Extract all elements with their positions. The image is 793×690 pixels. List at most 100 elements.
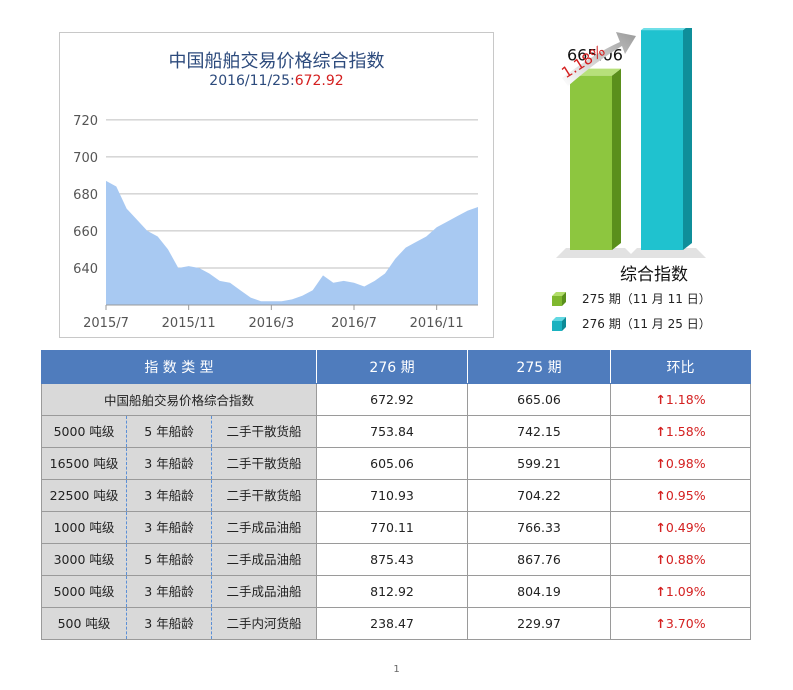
row-age: 5 年船龄 bbox=[126, 544, 212, 575]
table-row-composite: 中国船舶交易价格综合指数 672.92 665.06 ↑1.18% bbox=[41, 383, 751, 416]
row-275: 229.97 bbox=[467, 607, 611, 640]
up-arrow-icon: ↑ bbox=[655, 488, 666, 503]
change-value: 1.18% bbox=[665, 392, 706, 407]
change-value: 1.58% bbox=[665, 424, 706, 439]
row-tonnage: 22500 吨级 bbox=[49, 488, 119, 503]
row-change: ↑1.09% bbox=[610, 575, 751, 608]
row-276: 605.06 bbox=[316, 447, 468, 480]
row-type: 1000 吨级 3 年船龄 二手成品油船 bbox=[41, 511, 317, 544]
green-cube-icon bbox=[552, 291, 566, 306]
y-tick-label: 640 bbox=[73, 262, 98, 277]
row-age: 3 年船龄 bbox=[126, 480, 212, 511]
cyan-cube-icon bbox=[552, 316, 566, 331]
bar-front bbox=[641, 30, 683, 251]
row-age: 3 年船龄 bbox=[126, 608, 212, 639]
area-chart: 中国船舶交易价格综合指数 2016/11/25:672.92 640 660 680… bbox=[59, 32, 494, 338]
row-type: 22500 吨级 3 年船龄 二手干散货船 bbox=[41, 479, 317, 512]
bar-side bbox=[683, 28, 692, 250]
row-275: 766.33 bbox=[467, 511, 611, 544]
change-value: 0.49% bbox=[665, 520, 706, 535]
change-value: 1.09% bbox=[665, 584, 706, 599]
table-header-row: 指 数 类 型 276 期 275 期 环比 bbox=[41, 350, 751, 384]
row-tonnage: 3000 吨级 bbox=[53, 552, 115, 567]
y-tick-label: 720 bbox=[73, 114, 98, 129]
up-arrow-icon: ↑ bbox=[655, 424, 666, 439]
row-276: 238.47 bbox=[316, 607, 468, 640]
change-value: 0.88% bbox=[665, 552, 706, 567]
bar-275 bbox=[556, 68, 635, 258]
row-kind: 二手成品油船 bbox=[226, 584, 302, 599]
row-change: ↑0.95% bbox=[610, 479, 751, 512]
row-276: 770.11 bbox=[316, 511, 468, 544]
table-row: 5000 吨级 5 年船龄 二手干散货船 753.84 742.15 ↑1.58% bbox=[41, 415, 751, 448]
table-row: 22500 吨级 3 年船龄 二手干散货船 710.93 704.22 ↑0.95% bbox=[41, 479, 751, 512]
legend-label-276: 276 期（11 月 25 日） bbox=[582, 317, 711, 331]
row-tonnage: 5000 吨级 bbox=[53, 424, 115, 439]
area-chart-svg: 640 660 680 700 720 2015/7 2015/11 2016/3 2016/7… bbox=[73, 114, 478, 331]
row-276: 753.84 bbox=[316, 415, 468, 448]
row-type: 3000 吨级 5 年船龄 二手成品油船 bbox=[41, 543, 317, 576]
row-276: 875.43 bbox=[316, 543, 468, 576]
row-kind: 二手成品油船 bbox=[226, 552, 302, 567]
page-number: 1 bbox=[393, 664, 400, 675]
row-275: 742.15 bbox=[467, 415, 611, 448]
up-arrow-icon: ↑ bbox=[655, 616, 666, 631]
row-tonnage: 500 吨级 bbox=[57, 616, 111, 631]
y-tick-label: 660 bbox=[73, 225, 98, 240]
row-type: 5000 吨级 3 年船龄 二手成品油船 bbox=[41, 575, 317, 608]
up-arrow-icon: ↑ bbox=[655, 520, 666, 535]
row-kind: 二手干散货船 bbox=[226, 456, 302, 471]
x-tick-label: 2016/11 bbox=[410, 316, 464, 331]
legend-label-275: 275 期（11 月 11 日） bbox=[582, 292, 711, 306]
bar-front bbox=[570, 75, 612, 250]
area-series bbox=[106, 180, 478, 305]
bar-chart-svg: 665.06672.921.18% bbox=[556, 28, 706, 258]
composite-change: ↑1.18% bbox=[610, 383, 751, 416]
row-kind: 二手干散货船 bbox=[226, 488, 302, 503]
row-age: 3 年船龄 bbox=[126, 512, 212, 543]
row-change: ↑0.98% bbox=[610, 447, 751, 480]
composite-275: 665.06 bbox=[467, 383, 611, 416]
header-276: 276 期 bbox=[316, 350, 468, 384]
up-arrow-icon: ↑ bbox=[655, 456, 666, 471]
row-change: ↑0.49% bbox=[610, 511, 751, 544]
row-275: 704.22 bbox=[467, 479, 611, 512]
table-row: 500 吨级 3 年船龄 二手内河货船 238.47 229.97 ↑3.70% bbox=[41, 607, 751, 640]
change-value: 0.95% bbox=[665, 488, 706, 503]
table-row: 5000 吨级 3 年船龄 二手成品油船 812.92 804.19 ↑1.09% bbox=[41, 575, 751, 608]
y-tick-label: 680 bbox=[73, 188, 98, 203]
bar-276 bbox=[627, 28, 706, 258]
change-value: 0.98% bbox=[665, 456, 706, 471]
table-row: 1000 吨级 3 年船龄 二手成品油船 770.11 766.33 ↑0.49% bbox=[41, 511, 751, 544]
header-275: 275 期 bbox=[467, 350, 611, 384]
bar-compare: 665.06672.921.18% 综合指数 275 期（11 月 11 日） … bbox=[540, 28, 780, 338]
header-change: 环比 bbox=[610, 350, 751, 384]
composite-276: 672.92 bbox=[316, 383, 468, 416]
row-kind: 二手干散货船 bbox=[226, 424, 302, 439]
row-276: 812.92 bbox=[316, 575, 468, 608]
x-tick-label: 2015/11 bbox=[162, 316, 216, 331]
row-change: ↑0.88% bbox=[610, 543, 751, 576]
row-tonnage: 5000 吨级 bbox=[53, 584, 115, 599]
up-arrow-icon: ↑ bbox=[655, 552, 666, 567]
row-275: 804.19 bbox=[467, 575, 611, 608]
row-type: 500 吨级 3 年船龄 二手内河货船 bbox=[41, 607, 317, 640]
bar-chart-title: 综合指数 bbox=[620, 265, 688, 285]
up-arrow-icon: ↑ bbox=[655, 584, 666, 599]
legend-item-275: 275 期（11 月 11 日） bbox=[552, 290, 711, 307]
header-type: 指 数 类 型 bbox=[41, 350, 317, 384]
composite-name: 中国船舶交易价格综合指数 bbox=[41, 383, 317, 416]
y-tick-label: 700 bbox=[73, 151, 98, 166]
index-table: 指 数 类 型 276 期 275 期 环比 中国船舶交易价格综合指数 672.… bbox=[41, 350, 751, 640]
row-age: 3 年船龄 bbox=[126, 448, 212, 479]
table-row: 3000 吨级 5 年船龄 二手成品油船 875.43 867.76 ↑0.88% bbox=[41, 543, 751, 576]
table-row: 16500 吨级 3 年船龄 二手干散货船 605.06 599.21 ↑0.98% bbox=[41, 447, 751, 480]
row-age: 3 年船龄 bbox=[126, 576, 212, 607]
row-kind: 二手成品油船 bbox=[226, 520, 302, 535]
up-arrow-icon: ↑ bbox=[655, 392, 666, 407]
row-tonnage: 1000 吨级 bbox=[53, 520, 115, 535]
x-tick-label: 2015/7 bbox=[83, 316, 129, 331]
change-value: 3.70% bbox=[665, 616, 706, 631]
row-age: 5 年船龄 bbox=[126, 416, 212, 447]
legend-item-276: 276 期（11 月 25 日） bbox=[552, 315, 711, 332]
